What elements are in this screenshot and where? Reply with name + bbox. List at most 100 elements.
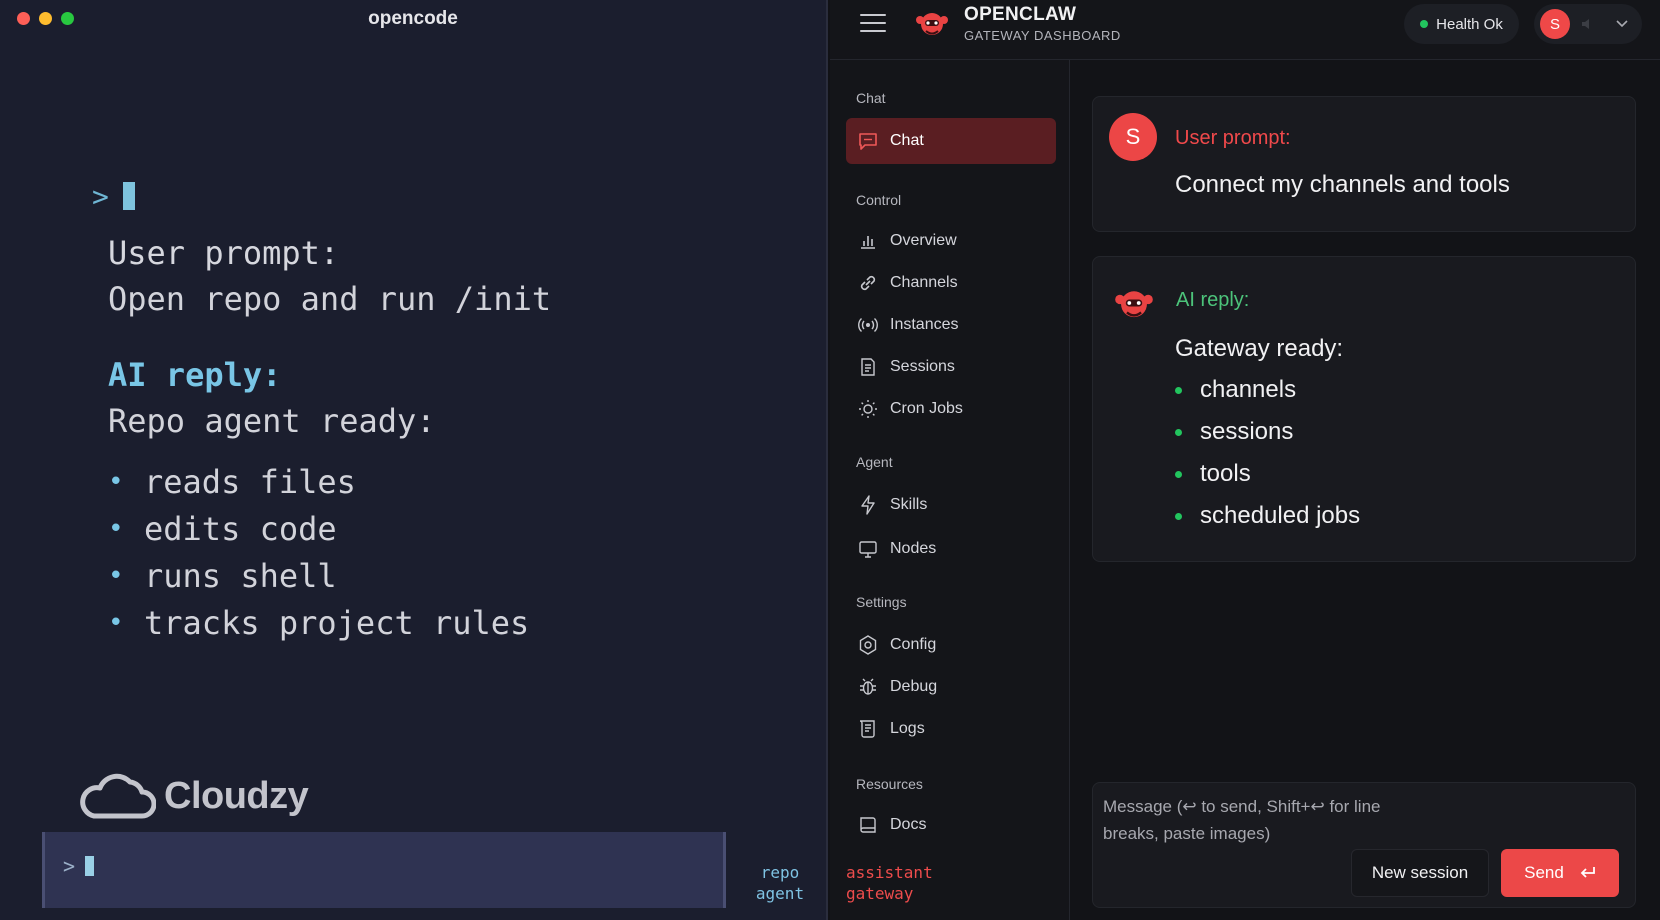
chat-icon: [858, 131, 878, 151]
health-dot-icon: [1420, 20, 1429, 28]
sidebar-item-config[interactable]: Config: [846, 622, 1056, 668]
message-input[interactable]: [1103, 793, 1423, 849]
terminal-title: opencode: [368, 8, 458, 29]
list-item-text: scheduled jobs: [1200, 502, 1361, 529]
sidebar-item-skills[interactable]: Skills: [846, 482, 1056, 528]
sidebar-item-label: Debug: [890, 678, 938, 695]
list-item-text: channels: [1200, 376, 1297, 403]
sidebar-item-sessions[interactable]: Sessions: [846, 344, 1056, 390]
bullet-dot-icon: [1175, 512, 1182, 520]
prompt-symbol: >: [63, 854, 76, 878]
brand-subtitle: GATEWAY DASHBOARD: [964, 28, 1121, 43]
sidebar-item-debug[interactable]: Debug: [846, 664, 1056, 710]
bullet-icon: •: [108, 513, 124, 544]
top-bar: OPENCLAW GATEWAY DASHBOARD Health Ok S: [830, 0, 1660, 60]
enter-icon: [1580, 867, 1595, 878]
sidebar-status-line: assistant: [846, 863, 933, 882]
terminal-ai-list: • reads files • edits code • runs shell • tr…: [108, 458, 551, 646]
terminal-status-line: repo: [760, 863, 800, 882]
link-icon: [858, 273, 878, 293]
sidebar-section-agent: Agent: [856, 454, 893, 470]
openclaw-logo-icon: [916, 13, 948, 35]
list-item-text: edits code: [144, 509, 337, 548]
bullet-icon: •: [108, 607, 124, 638]
terminal-status: repo agent: [740, 862, 820, 904]
terminal-input-prompt: >: [63, 854, 95, 878]
terminal-status-line: agent: [755, 884, 805, 903]
ai-reply-list: channels sessions tools scheduled jobs: [1175, 369, 1360, 537]
chevron-down-icon[interactable]: [1616, 20, 1628, 28]
sidebar-item-channels[interactable]: Channels: [846, 260, 1056, 306]
terminal-input-cursor: [85, 856, 95, 876]
avatar: S: [1109, 113, 1157, 161]
user-menu[interactable]: S: [1534, 4, 1642, 44]
ai-reply-card: AI reply: Gateway ready: channels sessio…: [1092, 256, 1636, 562]
avatar: S: [1540, 9, 1570, 39]
brand-title: OPENCLAW: [964, 4, 1077, 25]
list-item: scheduled jobs: [1175, 495, 1360, 537]
sidebar-item-cron-jobs[interactable]: Cron Jobs: [846, 386, 1056, 432]
document-icon: [858, 357, 878, 377]
terminal-ai-label: AI reply:: [108, 356, 282, 394]
book-icon: [858, 815, 878, 835]
sidebar-item-label: Channels: [890, 274, 958, 291]
sidebar-item-logs[interactable]: Logs: [846, 706, 1056, 752]
message-composer: New session Send: [1092, 782, 1636, 908]
ai-reply-text: Gateway ready:: [1175, 335, 1344, 362]
prompt-symbol: >: [92, 180, 109, 213]
lightning-icon: [858, 495, 878, 515]
user-message-card: S User prompt: Connect my channels and t…: [1092, 96, 1636, 232]
sidebar-section-control: Control: [856, 192, 902, 208]
terminal-window: opencode > User prompt: Open repo and ru…: [0, 0, 828, 920]
sidebar-item-label: Logs: [890, 720, 925, 737]
terminal-input[interactable]: >: [42, 832, 726, 908]
ai-reply-label: AI reply:: [1176, 289, 1250, 311]
openclaw-logo-icon: [1115, 291, 1153, 318]
list-item-text: reads files: [144, 462, 356, 501]
speaker-icon: [1582, 19, 1589, 29]
sidebar-item-label: Instances: [890, 316, 959, 333]
send-button[interactable]: Send: [1501, 849, 1619, 897]
sidebar-status-line: gateway: [846, 884, 914, 903]
sidebar-section-chat: Chat: [856, 90, 886, 106]
send-button-label: Send: [1524, 863, 1564, 882]
new-session-button[interactable]: New session: [1351, 849, 1489, 897]
broadcast-icon: [858, 315, 878, 335]
sidebar-item-overview[interactable]: Overview: [846, 218, 1056, 264]
terminal-prompt: >: [92, 180, 135, 213]
cloud-icon: [80, 773, 156, 819]
list-item: • edits code: [108, 505, 551, 552]
sidebar-item-label: Nodes: [890, 540, 937, 557]
list-item-text: runs shell: [144, 556, 337, 595]
terminal-user-label: User prompt:: [108, 234, 340, 272]
menu-icon[interactable]: [860, 14, 886, 36]
bullet-dot-icon: [1175, 428, 1182, 436]
sidebar-item-label: Docs: [890, 816, 927, 833]
list-item: • runs shell: [108, 552, 551, 599]
sidebar-item-instances[interactable]: Instances: [846, 302, 1056, 348]
chat-main: S User prompt: Connect my channels and t…: [1070, 60, 1660, 920]
sidebar-item-label: Chat: [890, 132, 924, 149]
sidebar-item-label: Sessions: [890, 358, 955, 375]
sidebar-item-chat[interactable]: Chat: [846, 118, 1056, 164]
bar-chart-icon: [858, 231, 878, 251]
list-item: • tracks project rules: [108, 599, 551, 646]
list-item: sessions: [1175, 411, 1360, 453]
health-status-text: Health Ok: [1436, 15, 1503, 33]
list-item: tools: [1175, 453, 1360, 495]
sidebar-item-label: Overview: [890, 232, 957, 249]
user-message-text: Connect my channels and tools: [1175, 171, 1510, 198]
terminal-cursor: [122, 182, 135, 210]
scroll-icon: [858, 719, 878, 739]
user-prompt-label: User prompt:: [1175, 127, 1291, 149]
terminal-output: User prompt: Open repo and run /init AI …: [108, 230, 551, 646]
terminal-ai-message: Repo agent ready:: [108, 402, 436, 440]
sidebar-item-nodes[interactable]: Nodes: [846, 526, 1056, 572]
sidebar-item-docs[interactable]: Docs: [846, 802, 1056, 848]
health-status-badge[interactable]: Health Ok: [1404, 4, 1519, 44]
list-item: • reads files: [108, 458, 551, 505]
gateway-dashboard: OPENCLAW GATEWAY DASHBOARD Health Ok S C…: [830, 0, 1660, 920]
gear-icon: [858, 635, 878, 655]
monitor-icon: [858, 539, 878, 559]
list-item-text: tracks project rules: [144, 603, 530, 642]
